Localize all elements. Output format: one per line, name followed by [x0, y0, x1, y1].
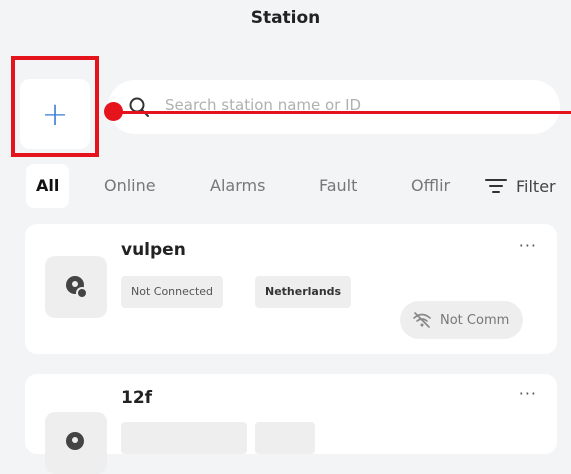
more-options-icon[interactable]: ··· [519, 384, 537, 403]
station-pin-icon [66, 432, 84, 450]
station-card[interactable]: 12f ··· [25, 374, 557, 474]
station-pin-icon [66, 276, 88, 299]
status-tabs: All Online Alarms Fault Offlir Filter [0, 164, 571, 208]
tab-alarms[interactable]: Alarms [210, 164, 265, 208]
tab-fault[interactable]: Fault [319, 164, 357, 208]
search-icon [129, 97, 149, 117]
search-bar[interactable]: Search station name or ID [108, 80, 560, 134]
station-icon-tile [45, 256, 107, 318]
filter-button[interactable]: Filter [484, 164, 556, 208]
more-options-icon[interactable]: ··· [519, 236, 537, 255]
filter-label: Filter [516, 176, 556, 196]
wifi-off-icon [413, 312, 431, 328]
connection-tag: Not Connected [121, 276, 224, 308]
station-icon-tile [45, 412, 107, 474]
filter-icon [485, 179, 507, 193]
country-tag [255, 422, 315, 454]
annotation-pointer-dot [104, 102, 123, 121]
station-name: 12f [121, 388, 153, 408]
connection-tag [121, 422, 247, 454]
status-badge: Not Comm [400, 301, 524, 339]
tab-online[interactable]: Online [104, 164, 156, 208]
tab-all[interactable]: All [26, 164, 70, 208]
station-name: vulpen [121, 240, 186, 260]
station-card[interactable]: vulpen ··· Not Connected Netherlands Not… [25, 224, 557, 354]
status-text: Not Comm [440, 312, 510, 328]
country-tag: Netherlands [255, 276, 352, 308]
annotation-pointer-line [114, 111, 571, 114]
tab-offline[interactable]: Offlir [411, 164, 450, 208]
page-title: Station [250, 8, 321, 28]
annotation-highlight-box [11, 56, 99, 157]
